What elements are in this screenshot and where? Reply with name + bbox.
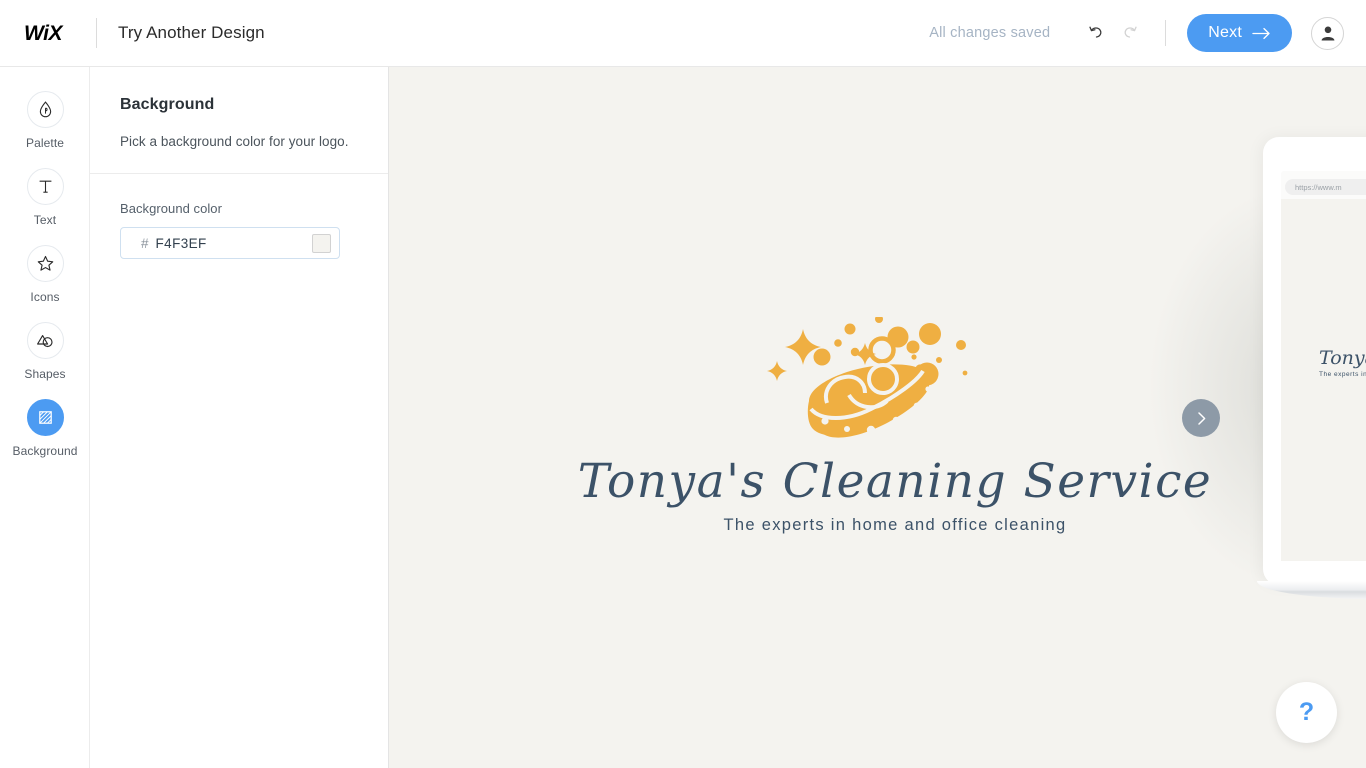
sidebar-item-icons[interactable]: Icons — [0, 245, 90, 304]
carousel-next-button[interactable] — [1182, 399, 1220, 437]
sidebar-item-label: Text — [33, 213, 57, 227]
shapes-icon — [37, 334, 53, 347]
sidebar-item-palette[interactable]: Palette — [0, 91, 90, 150]
logo-tagline-text: The experts in home and office cleaning — [723, 516, 1067, 534]
undo-button[interactable] — [1079, 16, 1113, 50]
sidebar-icon-wrap — [26, 168, 64, 205]
arrow-right-icon — [1252, 27, 1270, 39]
redo-arrow-icon — [1124, 26, 1137, 38]
left-sidebar: Palette Text Icons Shapes Background — [0, 67, 90, 768]
sidebar-item-label: Shapes — [24, 367, 66, 381]
device-shell: https://www.m Tonya's Cleaning Service T… — [1263, 137, 1366, 585]
panel-subtitle: Pick a background color for your logo. — [120, 134, 349, 149]
sidebar-item-label: Background — [12, 444, 78, 458]
preview-logo: Tonya's Cleaning Service The experts in … — [1319, 347, 1366, 378]
text-t-icon — [38, 180, 52, 193]
color-swatch-button[interactable] — [312, 233, 331, 253]
hatched-square-icon — [38, 411, 52, 424]
wix-wordmark-icon: WiX — [24, 22, 65, 45]
wix-logo[interactable]: WiX — [24, 20, 76, 46]
next-button[interactable]: Next — [1187, 14, 1292, 52]
undo-arrow-icon — [1089, 26, 1102, 38]
redo-button[interactable] — [1113, 16, 1147, 50]
help-button[interactable]: ? — [1276, 682, 1337, 743]
help-question-mark-icon: ? — [1298, 698, 1315, 726]
sidebar-item-text[interactable]: Text — [0, 168, 90, 227]
save-status-text: All changes saved — [929, 25, 1051, 41]
svg-text:WiX: WiX — [24, 22, 64, 45]
panel-body: Background color # F4F3EF — [90, 174, 388, 259]
droplet-icon — [39, 101, 51, 118]
panel-header: Background Pick a background color for y… — [90, 67, 388, 149]
logo-canvas: https://www.m Tonya's Cleaning Service T… — [389, 67, 1366, 768]
preview-logo-tagline: The experts in home and office cleaning — [1319, 371, 1366, 378]
sidebar-item-label: Icons — [30, 290, 60, 304]
device-page — [1281, 199, 1366, 561]
avatar[interactable] — [1311, 16, 1344, 50]
device-preview-mockup: https://www.m Tonya's Cleaning Service T… — [1143, 137, 1366, 637]
hex-value[interactable]: F4F3EF — [156, 236, 207, 251]
header-actions: All changes saved Next — [929, 14, 1344, 52]
logo-preview: Tonya's Cleaning Service The experts in … — [578, 317, 1211, 547]
background-settings-panel: Background Pick a background color for y… — [90, 67, 389, 768]
sidebar-item-label: Palette — [25, 136, 65, 150]
header-divider — [96, 18, 97, 48]
header-divider-2 — [1165, 20, 1167, 46]
sidebar-item-background[interactable]: Background — [0, 399, 90, 458]
panel-title: Background — [120, 96, 215, 113]
sidebar-item-shapes[interactable]: Shapes — [0, 322, 90, 381]
browser-url-bar: https://www.m — [1285, 179, 1366, 195]
sidebar-icon-wrap — [26, 322, 64, 359]
sidebar-icon-wrap — [26, 91, 64, 128]
background-color-label: Background color — [120, 201, 222, 216]
next-button-label: Next — [1208, 24, 1242, 41]
star-icon — [37, 255, 53, 271]
chevron-right-icon — [1197, 411, 1205, 425]
hash-symbol: # — [141, 235, 149, 251]
user-avatar-icon — [1321, 26, 1334, 41]
preview-logo-name: Tonya's Cleaning Service — [1319, 347, 1366, 369]
sponge-with-bubbles-icon — [767, 317, 968, 438]
url-text: https://www.m — [1295, 182, 1342, 192]
sidebar-icon-wrap — [26, 399, 64, 436]
logo-name-text: Tonya's Cleaning Service — [577, 454, 1213, 509]
background-color-input[interactable]: # F4F3EF — [120, 227, 340, 259]
app-header: WiX Try Another Design All changes saved… — [0, 0, 1366, 67]
sidebar-icon-wrap — [26, 245, 64, 282]
page-title: Try Another Design — [118, 23, 265, 42]
